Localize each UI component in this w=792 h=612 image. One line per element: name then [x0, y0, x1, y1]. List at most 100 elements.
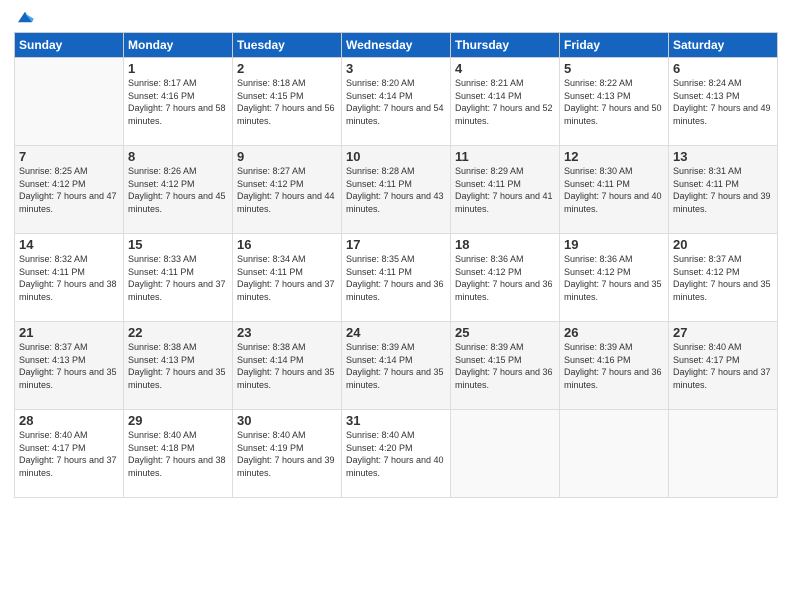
calendar-cell: 30Sunrise: 8:40 AMSunset: 4:19 PMDayligh…	[233, 410, 342, 498]
calendar-cell: 21Sunrise: 8:37 AMSunset: 4:13 PMDayligh…	[15, 322, 124, 410]
day-info: Sunrise: 8:39 AMSunset: 4:15 PMDaylight:…	[455, 341, 555, 391]
day-info: Sunrise: 8:31 AMSunset: 4:11 PMDaylight:…	[673, 165, 773, 215]
day-info: Sunrise: 8:40 AMSunset: 4:20 PMDaylight:…	[346, 429, 446, 479]
weekday-header-monday: Monday	[124, 33, 233, 58]
day-info: Sunrise: 8:20 AMSunset: 4:14 PMDaylight:…	[346, 77, 446, 127]
calendar-cell: 7Sunrise: 8:25 AMSunset: 4:12 PMDaylight…	[15, 146, 124, 234]
day-number: 6	[673, 61, 773, 76]
weekday-header-saturday: Saturday	[669, 33, 778, 58]
day-info: Sunrise: 8:26 AMSunset: 4:12 PMDaylight:…	[128, 165, 228, 215]
day-info: Sunrise: 8:40 AMSunset: 4:19 PMDaylight:…	[237, 429, 337, 479]
day-info: Sunrise: 8:32 AMSunset: 4:11 PMDaylight:…	[19, 253, 119, 303]
day-number: 19	[564, 237, 664, 252]
calendar-cell: 26Sunrise: 8:39 AMSunset: 4:16 PMDayligh…	[560, 322, 669, 410]
day-info: Sunrise: 8:35 AMSunset: 4:11 PMDaylight:…	[346, 253, 446, 303]
calendar-cell: 1Sunrise: 8:17 AMSunset: 4:16 PMDaylight…	[124, 58, 233, 146]
calendar-cell: 3Sunrise: 8:20 AMSunset: 4:14 PMDaylight…	[342, 58, 451, 146]
weekday-header-row: SundayMondayTuesdayWednesdayThursdayFrid…	[15, 33, 778, 58]
day-number: 2	[237, 61, 337, 76]
day-number: 22	[128, 325, 228, 340]
calendar-cell: 14Sunrise: 8:32 AMSunset: 4:11 PMDayligh…	[15, 234, 124, 322]
calendar-cell: 10Sunrise: 8:28 AMSunset: 4:11 PMDayligh…	[342, 146, 451, 234]
calendar-cell: 31Sunrise: 8:40 AMSunset: 4:20 PMDayligh…	[342, 410, 451, 498]
logo-icon	[16, 10, 34, 24]
day-number: 4	[455, 61, 555, 76]
day-number: 14	[19, 237, 119, 252]
day-info: Sunrise: 8:22 AMSunset: 4:13 PMDaylight:…	[564, 77, 664, 127]
day-info: Sunrise: 8:37 AMSunset: 4:12 PMDaylight:…	[673, 253, 773, 303]
day-number: 17	[346, 237, 446, 252]
calendar-cell: 13Sunrise: 8:31 AMSunset: 4:11 PMDayligh…	[669, 146, 778, 234]
day-number: 31	[346, 413, 446, 428]
calendar-cell: 11Sunrise: 8:29 AMSunset: 4:11 PMDayligh…	[451, 146, 560, 234]
day-number: 23	[237, 325, 337, 340]
calendar-cell: 29Sunrise: 8:40 AMSunset: 4:18 PMDayligh…	[124, 410, 233, 498]
day-number: 18	[455, 237, 555, 252]
day-info: Sunrise: 8:25 AMSunset: 4:12 PMDaylight:…	[19, 165, 119, 215]
day-number: 25	[455, 325, 555, 340]
day-info: Sunrise: 8:37 AMSunset: 4:13 PMDaylight:…	[19, 341, 119, 391]
day-number: 26	[564, 325, 664, 340]
day-info: Sunrise: 8:38 AMSunset: 4:13 PMDaylight:…	[128, 341, 228, 391]
calendar-cell: 2Sunrise: 8:18 AMSunset: 4:15 PMDaylight…	[233, 58, 342, 146]
calendar-cell: 4Sunrise: 8:21 AMSunset: 4:14 PMDaylight…	[451, 58, 560, 146]
header	[14, 10, 778, 24]
calendar-cell	[15, 58, 124, 146]
page-container: SundayMondayTuesdayWednesdayThursdayFrid…	[0, 0, 792, 612]
day-info: Sunrise: 8:34 AMSunset: 4:11 PMDaylight:…	[237, 253, 337, 303]
day-number: 5	[564, 61, 664, 76]
calendar-cell: 18Sunrise: 8:36 AMSunset: 4:12 PMDayligh…	[451, 234, 560, 322]
day-info: Sunrise: 8:40 AMSunset: 4:17 PMDaylight:…	[673, 341, 773, 391]
day-info: Sunrise: 8:28 AMSunset: 4:11 PMDaylight:…	[346, 165, 446, 215]
calendar-cell: 24Sunrise: 8:39 AMSunset: 4:14 PMDayligh…	[342, 322, 451, 410]
calendar-cell: 5Sunrise: 8:22 AMSunset: 4:13 PMDaylight…	[560, 58, 669, 146]
logo	[14, 10, 34, 24]
day-number: 8	[128, 149, 228, 164]
day-info: Sunrise: 8:30 AMSunset: 4:11 PMDaylight:…	[564, 165, 664, 215]
calendar-week-row: 7Sunrise: 8:25 AMSunset: 4:12 PMDaylight…	[15, 146, 778, 234]
day-info: Sunrise: 8:36 AMSunset: 4:12 PMDaylight:…	[564, 253, 664, 303]
weekday-header-friday: Friday	[560, 33, 669, 58]
calendar-cell: 23Sunrise: 8:38 AMSunset: 4:14 PMDayligh…	[233, 322, 342, 410]
day-info: Sunrise: 8:33 AMSunset: 4:11 PMDaylight:…	[128, 253, 228, 303]
calendar-cell: 20Sunrise: 8:37 AMSunset: 4:12 PMDayligh…	[669, 234, 778, 322]
day-number: 1	[128, 61, 228, 76]
day-info: Sunrise: 8:18 AMSunset: 4:15 PMDaylight:…	[237, 77, 337, 127]
day-info: Sunrise: 8:40 AMSunset: 4:18 PMDaylight:…	[128, 429, 228, 479]
day-number: 21	[19, 325, 119, 340]
calendar-cell: 17Sunrise: 8:35 AMSunset: 4:11 PMDayligh…	[342, 234, 451, 322]
weekday-header-wednesday: Wednesday	[342, 33, 451, 58]
day-number: 29	[128, 413, 228, 428]
day-info: Sunrise: 8:24 AMSunset: 4:13 PMDaylight:…	[673, 77, 773, 127]
calendar-cell: 27Sunrise: 8:40 AMSunset: 4:17 PMDayligh…	[669, 322, 778, 410]
calendar-week-row: 14Sunrise: 8:32 AMSunset: 4:11 PMDayligh…	[15, 234, 778, 322]
calendar-cell: 19Sunrise: 8:36 AMSunset: 4:12 PMDayligh…	[560, 234, 669, 322]
calendar-cell: 6Sunrise: 8:24 AMSunset: 4:13 PMDaylight…	[669, 58, 778, 146]
day-number: 13	[673, 149, 773, 164]
calendar-cell	[560, 410, 669, 498]
weekday-header-sunday: Sunday	[15, 33, 124, 58]
day-number: 10	[346, 149, 446, 164]
day-number: 16	[237, 237, 337, 252]
day-number: 27	[673, 325, 773, 340]
calendar-cell: 15Sunrise: 8:33 AMSunset: 4:11 PMDayligh…	[124, 234, 233, 322]
day-number: 15	[128, 237, 228, 252]
calendar-cell	[669, 410, 778, 498]
day-number: 7	[19, 149, 119, 164]
day-info: Sunrise: 8:21 AMSunset: 4:14 PMDaylight:…	[455, 77, 555, 127]
calendar-cell	[451, 410, 560, 498]
day-info: Sunrise: 8:36 AMSunset: 4:12 PMDaylight:…	[455, 253, 555, 303]
calendar-cell: 28Sunrise: 8:40 AMSunset: 4:17 PMDayligh…	[15, 410, 124, 498]
calendar-cell: 22Sunrise: 8:38 AMSunset: 4:13 PMDayligh…	[124, 322, 233, 410]
day-info: Sunrise: 8:29 AMSunset: 4:11 PMDaylight:…	[455, 165, 555, 215]
calendar-week-row: 21Sunrise: 8:37 AMSunset: 4:13 PMDayligh…	[15, 322, 778, 410]
day-number: 12	[564, 149, 664, 164]
day-number: 20	[673, 237, 773, 252]
day-info: Sunrise: 8:39 AMSunset: 4:14 PMDaylight:…	[346, 341, 446, 391]
day-info: Sunrise: 8:40 AMSunset: 4:17 PMDaylight:…	[19, 429, 119, 479]
calendar-cell: 9Sunrise: 8:27 AMSunset: 4:12 PMDaylight…	[233, 146, 342, 234]
day-info: Sunrise: 8:17 AMSunset: 4:16 PMDaylight:…	[128, 77, 228, 127]
day-number: 3	[346, 61, 446, 76]
day-number: 24	[346, 325, 446, 340]
day-info: Sunrise: 8:27 AMSunset: 4:12 PMDaylight:…	[237, 165, 337, 215]
